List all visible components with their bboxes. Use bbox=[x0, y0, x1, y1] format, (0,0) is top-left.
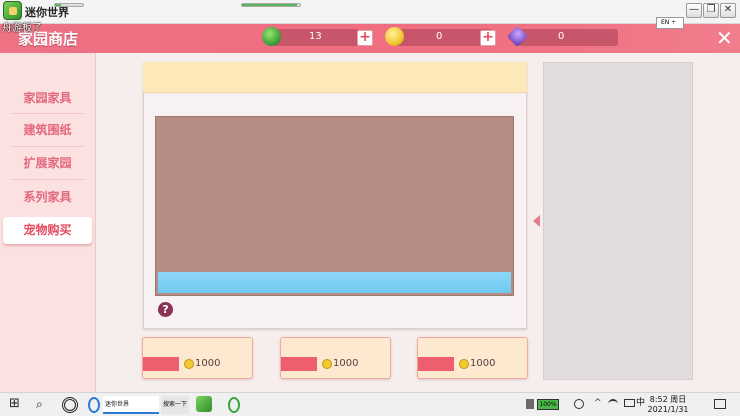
edge-browser-icon[interactable] bbox=[228, 397, 240, 413]
close-shop-icon[interactable]: ✕ bbox=[716, 28, 733, 48]
shop-header: 家园商店 13 + 0 + 0 bbox=[0, 24, 740, 53]
purple-gem-counter bbox=[518, 29, 618, 46]
nav-divider bbox=[10, 113, 85, 114]
search-icon[interactable]: ⌕ bbox=[36, 397, 50, 413]
shop-category-nav: 家园家具 建筑围纸 扩展家园 系列家具 宠物购买 bbox=[0, 53, 95, 392]
price-tag bbox=[418, 357, 454, 371]
windows-start-icon[interactable]: ⊞ bbox=[9, 397, 23, 413]
chevron-up-icon[interactable]: ^ bbox=[594, 398, 604, 414]
cpu-meter-icon bbox=[526, 399, 534, 409]
coin-icon bbox=[184, 359, 194, 369]
close-window-button[interactable]: ✕ bbox=[720, 3, 736, 18]
buy-gold-coin-button[interactable]: + bbox=[480, 30, 496, 46]
app-circle-icon[interactable] bbox=[62, 397, 78, 413]
gold-coin-icon bbox=[385, 27, 404, 46]
nav-divider bbox=[10, 179, 85, 180]
window-titlebar: 迷你世界 — ❐ ✕ bbox=[0, 0, 740, 24]
wifi-icon[interactable] bbox=[608, 399, 618, 409]
restore-button[interactable]: ❐ bbox=[703, 3, 719, 18]
side-info-panel bbox=[543, 62, 693, 380]
coin-icon bbox=[459, 359, 469, 369]
item-preview bbox=[155, 116, 514, 296]
clock-time: 8:52 周日 bbox=[649, 395, 687, 404]
nav-item-pet-purchase[interactable]: 宠物购买 bbox=[3, 217, 92, 244]
item-detail-header bbox=[143, 62, 527, 93]
download-progress-bar bbox=[54, 3, 84, 7]
taskbar-tab-search[interactable]: 搜索一下 bbox=[161, 396, 189, 414]
price-value: 1000 bbox=[195, 358, 221, 369]
battery-indicator: 100% bbox=[537, 399, 559, 410]
price-value: 1000 bbox=[470, 358, 496, 369]
taskbar-tab-game[interactable]: 迷你世界 bbox=[103, 396, 159, 414]
minimize-button[interactable]: — bbox=[686, 3, 702, 18]
browser-icon[interactable] bbox=[88, 397, 100, 413]
price-tag bbox=[281, 357, 317, 371]
price-value: 1000 bbox=[333, 358, 359, 369]
price-card-3[interactable]: 1000 bbox=[417, 337, 528, 379]
settings-icon[interactable] bbox=[574, 399, 584, 409]
nav-item-series-furniture[interactable]: 系列家具 bbox=[0, 185, 95, 209]
buy-green-gem-button[interactable]: + bbox=[357, 30, 373, 46]
green-gem-value: 13 bbox=[309, 31, 322, 42]
system-clock[interactable]: 8:52 周日 2021/1/31 bbox=[644, 395, 692, 415]
nav-item-expand-home[interactable]: 扩展家园 bbox=[0, 151, 95, 175]
app-logo-icon bbox=[3, 1, 22, 20]
nav-item-home-furniture[interactable]: 家园家具 bbox=[0, 86, 95, 110]
purple-gem-value: 0 bbox=[558, 31, 565, 42]
loading-progress-bar bbox=[241, 3, 301, 7]
price-card-1[interactable]: 1000 bbox=[142, 337, 253, 379]
coin-icon bbox=[322, 359, 332, 369]
language-select[interactable]: EN ÷ bbox=[656, 17, 684, 29]
help-icon[interactable]: ? bbox=[158, 302, 173, 317]
nav-divider bbox=[10, 146, 85, 147]
gold-coin-value: 0 bbox=[436, 31, 443, 42]
price-card-2[interactable]: 1000 bbox=[280, 337, 391, 379]
price-tag bbox=[143, 357, 179, 371]
volume-icon[interactable] bbox=[624, 399, 635, 407]
windows-taskbar: ⊞ ⌕ 迷你世界 搜索一下 100% ^ 中 8:52 周日 2021/1/31 bbox=[0, 392, 740, 416]
notification-icon[interactable] bbox=[714, 399, 726, 409]
expand-arrow-icon[interactable] bbox=[533, 215, 540, 227]
overlay-text: 舟游板了 bbox=[2, 23, 42, 34]
nav-item-building-wallpaper[interactable]: 建筑围纸 bbox=[0, 118, 95, 142]
green-gem-icon bbox=[262, 27, 281, 46]
item-preview-footer bbox=[158, 272, 511, 293]
gold-coin-counter bbox=[395, 29, 493, 46]
clock-date: 2021/1/31 bbox=[647, 405, 689, 414]
game-app-icon[interactable] bbox=[196, 396, 212, 412]
